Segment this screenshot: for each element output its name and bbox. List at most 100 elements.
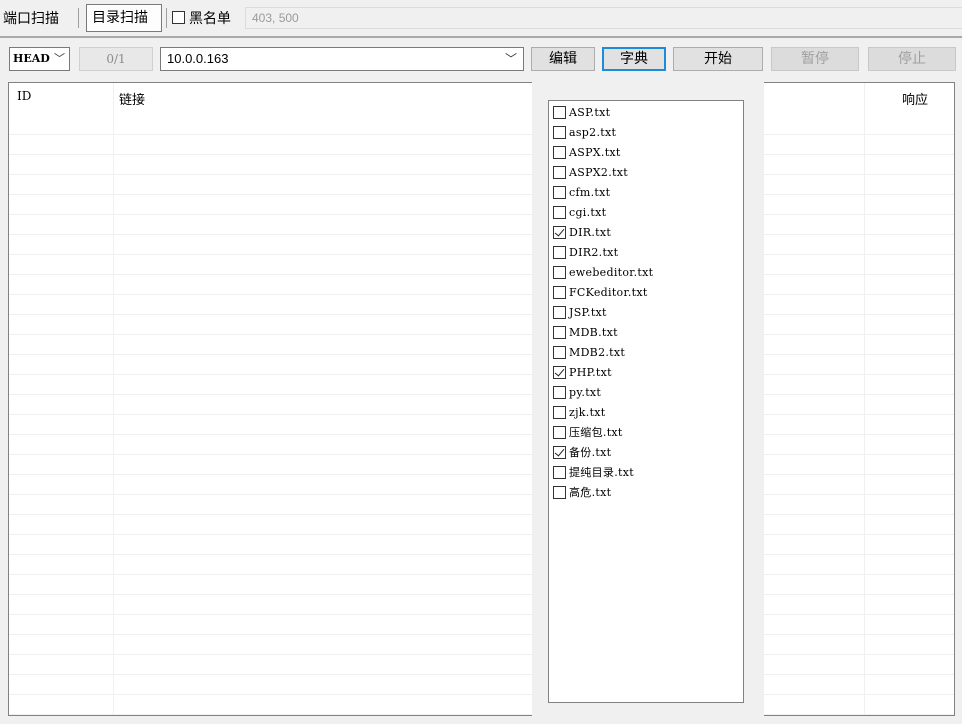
- dictionary-item[interactable]: ASP.txt: [553, 102, 610, 122]
- dictionary-item[interactable]: 提纯目录.txt: [553, 462, 634, 482]
- table-row: [9, 435, 954, 455]
- start-button[interactable]: 开始: [673, 47, 763, 71]
- table-row: [9, 355, 954, 375]
- table-row: [9, 155, 954, 175]
- column-header-link[interactable]: 链接: [119, 89, 145, 108]
- dictionary-item-checkbox[interactable]: [553, 465, 566, 479]
- dictionary-item[interactable]: JSP.txt: [553, 302, 607, 322]
- dictionary-item-checkbox[interactable]: [553, 205, 566, 219]
- dictionary-item-checkbox[interactable]: [553, 285, 566, 299]
- column-header-response[interactable]: 响应: [902, 89, 928, 108]
- dictionary-item[interactable]: ewebeditor.txt: [553, 262, 653, 282]
- dictionary-item-label: asp2.txt: [569, 125, 617, 139]
- dictionary-item[interactable]: MDB.txt: [553, 322, 618, 342]
- table-row: [9, 555, 954, 575]
- chevron-down-icon[interactable]: ﹀: [505, 48, 517, 70]
- method-select[interactable]: HEAD ﹀: [9, 47, 70, 71]
- dictionary-item-label: 高危.txt: [569, 486, 612, 499]
- dictionary-item-label: MDB2.txt: [569, 345, 626, 359]
- dictionary-item-checkbox[interactable]: [553, 145, 566, 159]
- dictionary-item[interactable]: zjk.txt: [553, 402, 606, 422]
- table-row: [9, 255, 954, 275]
- table-row: [9, 655, 954, 675]
- dictionary-item-checkbox[interactable]: [553, 165, 566, 179]
- target-url-combobox[interactable]: 10.0.0.163 ﹀: [160, 47, 524, 71]
- stop-button[interactable]: 停止: [868, 47, 956, 71]
- dictionary-item[interactable]: DIR.txt: [553, 222, 611, 242]
- dictionary-item-checkbox[interactable]: [553, 365, 566, 379]
- table-row: [9, 475, 954, 495]
- dictionary-item[interactable]: FCKeditor.txt: [553, 282, 648, 302]
- dictionary-item-checkbox[interactable]: [553, 485, 566, 499]
- dictionary-item-checkbox[interactable]: [553, 445, 566, 459]
- dictionary-item-checkbox[interactable]: [553, 345, 566, 359]
- table-row: [9, 515, 954, 535]
- blacklist-checkbox[interactable]: [172, 11, 185, 24]
- dictionary-item-label: 备份.txt: [569, 446, 612, 459]
- table-row: [9, 295, 954, 315]
- pause-button[interactable]: 暂停: [771, 47, 859, 71]
- table-row: [9, 195, 954, 215]
- dictionary-item[interactable]: ASPX.txt: [553, 142, 621, 162]
- dictionary-item[interactable]: cgi.txt: [553, 202, 606, 222]
- dictionary-item[interactable]: ASPX2.txt: [553, 162, 628, 182]
- dictionary-item-checkbox[interactable]: [553, 245, 566, 259]
- table-row: [9, 215, 954, 235]
- dictionary-item-checkbox[interactable]: [553, 185, 566, 199]
- dictionary-item-checkbox[interactable]: [553, 305, 566, 319]
- tab-port-scan[interactable]: 端口扫描: [3, 6, 59, 32]
- table-rows: [9, 115, 954, 715]
- edit-button[interactable]: 编辑: [531, 47, 595, 71]
- dictionary-item-checkbox[interactable]: [553, 125, 566, 139]
- table-row: [9, 395, 954, 415]
- dictionary-item[interactable]: DIR2.txt: [553, 242, 618, 262]
- target-url-value: 10.0.0.163: [167, 51, 229, 66]
- table-row: [9, 315, 954, 335]
- dictionary-item-checkbox[interactable]: [553, 265, 566, 279]
- dictionary-item-label: ewebeditor.txt: [569, 265, 654, 279]
- dictionary-item-label: ASP.txt: [569, 105, 611, 119]
- tab-dir-scan[interactable]: 目录扫描: [86, 4, 162, 32]
- table-row: [9, 615, 954, 635]
- table-row: [9, 415, 954, 435]
- dictionary-item[interactable]: MDB2.txt: [553, 342, 625, 362]
- dictionary-item-label: PHP.txt: [569, 365, 612, 379]
- dictionary-item-checkbox[interactable]: [553, 405, 566, 419]
- dictionary-item[interactable]: 压缩包.txt: [553, 422, 623, 442]
- table-row: [9, 135, 954, 155]
- table-row: [9, 115, 954, 135]
- dictionary-item-label: ASPX.txt: [569, 145, 621, 159]
- dictionary-button[interactable]: 字典: [602, 47, 666, 71]
- dictionary-item[interactable]: cfm.txt: [553, 182, 610, 202]
- blacklist-label: 黑名单: [189, 11, 231, 27]
- dictionary-item-label: py.txt: [569, 385, 602, 399]
- dictionary-item-label: zjk.txt: [569, 405, 606, 419]
- dictionary-item-checkbox[interactable]: [553, 325, 566, 339]
- column-header-id[interactable]: ID: [17, 89, 31, 103]
- dictionary-item[interactable]: asp2.txt: [553, 122, 616, 142]
- method-value: HEAD: [13, 52, 50, 65]
- blacklist-codes-field[interactable]: 403, 500: [245, 7, 962, 29]
- table-row: [9, 335, 954, 355]
- dictionary-list[interactable]: ASP.txt asp2.txt ASPX.txt ASPX2.txt cfm.txt c…: [548, 100, 744, 703]
- dictionary-item[interactable]: 高危.txt: [553, 482, 611, 502]
- dictionary-item-checkbox[interactable]: [553, 425, 566, 439]
- dictionary-item-label: cgi.txt: [569, 205, 607, 219]
- table-row: [9, 375, 954, 395]
- results-table[interactable]: ID 链接 响应: [8, 82, 955, 716]
- dictionary-item-label: DIR.txt: [569, 225, 612, 239]
- dictionary-item-checkbox[interactable]: [553, 225, 566, 239]
- dictionary-item-checkbox[interactable]: [553, 105, 566, 119]
- dictionary-item-label: ASPX2.txt: [569, 165, 628, 179]
- dictionary-item-label: 提纯目录.txt: [569, 466, 634, 479]
- tab-divider: [78, 8, 79, 28]
- dictionary-item[interactable]: py.txt: [553, 382, 601, 402]
- dictionary-item-checkbox[interactable]: [553, 385, 566, 399]
- dictionary-item-label: cfm.txt: [569, 185, 611, 199]
- table-row: [9, 455, 954, 475]
- chevron-down-icon: ﹀: [54, 52, 65, 65]
- dictionary-item[interactable]: PHP.txt: [553, 362, 612, 382]
- table-row: [9, 495, 954, 515]
- table-row: [9, 175, 954, 195]
- dictionary-item[interactable]: 备份.txt: [553, 442, 611, 462]
